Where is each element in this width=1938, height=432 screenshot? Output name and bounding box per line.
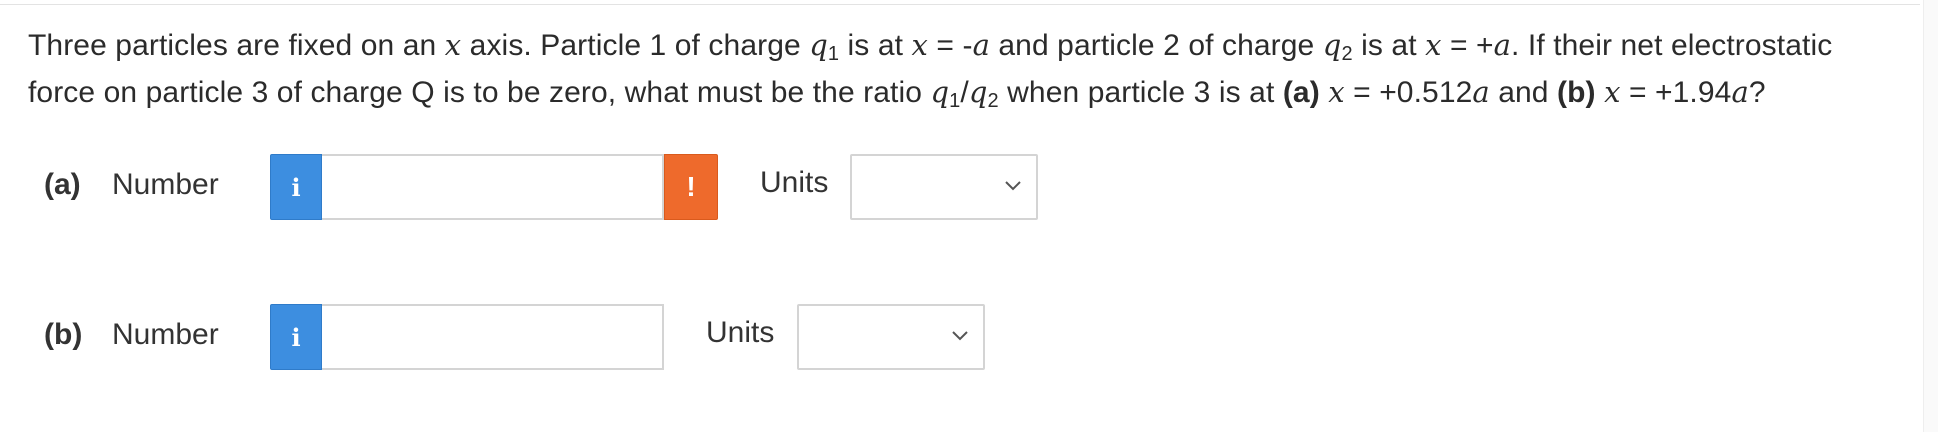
subscript-1: 1 bbox=[949, 90, 961, 112]
problem-text: axis. Particle 1 of charge bbox=[461, 29, 810, 62]
part-b-marker: (b) bbox=[1557, 76, 1596, 109]
problem-text: = - bbox=[927, 29, 973, 62]
problem-text: and bbox=[1489, 76, 1558, 109]
subscript-2: 2 bbox=[1341, 43, 1353, 65]
subscript-1: 1 bbox=[827, 43, 840, 65]
var-a: a bbox=[1472, 75, 1490, 109]
var-a: a bbox=[1731, 75, 1749, 109]
units-label: Units bbox=[760, 166, 829, 199]
var-x: x bbox=[911, 28, 928, 62]
number-label: Number bbox=[112, 318, 219, 351]
chevron-down-icon bbox=[952, 331, 968, 341]
var-q2: q bbox=[968, 75, 988, 109]
problem-text: and particle 2 of charge bbox=[989, 29, 1323, 62]
number-label: Number bbox=[112, 168, 219, 201]
problem-text: is at bbox=[1352, 29, 1426, 62]
subscript-2: 2 bbox=[987, 90, 999, 112]
var-a: a bbox=[1493, 28, 1512, 62]
problem-statement: Three particles are fixed on an x axis. … bbox=[28, 22, 1888, 116]
warning-icon[interactable]: ! bbox=[664, 154, 718, 220]
info-icon[interactable]: i bbox=[270, 304, 322, 370]
problem-text: = + bbox=[1441, 29, 1494, 62]
top-divider bbox=[0, 4, 1920, 5]
var-x: x bbox=[1604, 75, 1621, 109]
var-q1: q bbox=[809, 28, 828, 62]
answer-b-input[interactable] bbox=[322, 304, 664, 370]
answer-a-input[interactable] bbox=[322, 154, 664, 220]
var-x: x bbox=[1328, 75, 1345, 109]
info-icon[interactable]: i bbox=[270, 154, 322, 220]
part-label: (b) bbox=[44, 318, 83, 351]
units-b-select[interactable] bbox=[797, 304, 985, 370]
var-x: x bbox=[1425, 28, 1442, 62]
problem-text: when particle 3 is at bbox=[998, 76, 1283, 109]
problem-text: Three particles are fixed on an bbox=[28, 29, 445, 62]
scrollbar-track[interactable] bbox=[1923, 0, 1938, 432]
problem-text bbox=[1596, 76, 1604, 109]
chevron-down-icon bbox=[1005, 181, 1021, 191]
ratio-slash: / bbox=[960, 76, 969, 109]
part-label: (a) bbox=[44, 168, 81, 201]
var-x: x bbox=[444, 28, 462, 62]
problem-text: = +1.94 bbox=[1620, 76, 1732, 109]
var-a: a bbox=[972, 28, 990, 62]
problem-text: = +0.512 bbox=[1344, 76, 1473, 109]
units-label: Units bbox=[706, 316, 775, 349]
problem-text bbox=[1320, 76, 1328, 109]
problem-text: ? bbox=[1748, 76, 1766, 109]
part-a-marker: (a) bbox=[1282, 76, 1320, 109]
units-a-select[interactable] bbox=[850, 154, 1038, 220]
problem-text: is at bbox=[839, 29, 912, 62]
var-q2: q bbox=[1322, 28, 1342, 62]
var-q1: q bbox=[930, 75, 950, 109]
